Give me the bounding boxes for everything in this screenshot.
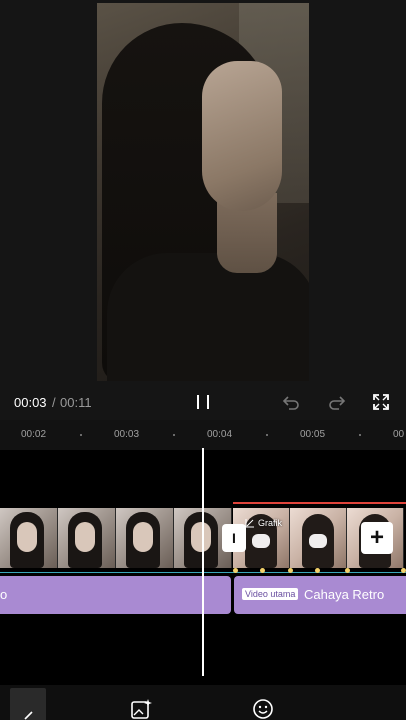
time-separator: / (52, 395, 56, 410)
graph-label-text: Grafik (258, 518, 283, 528)
time-ruler[interactable]: 00:02 00:03 00:04 00:05 00 (0, 420, 406, 450)
ruler-tick: 00:02 (21, 429, 47, 440)
bottom-toolbar (0, 685, 406, 720)
ruler-dot (359, 434, 361, 436)
keyframe-dot[interactable] (233, 568, 238, 573)
keyframe-dot[interactable] (315, 568, 320, 573)
transition-button[interactable]: I (222, 524, 246, 552)
clip-thumbnail (116, 508, 174, 568)
playhead[interactable] (202, 448, 204, 676)
fullscreen-icon[interactable] (372, 393, 390, 411)
add-clip-button[interactable]: + (361, 522, 393, 554)
graph-icon (245, 519, 254, 528)
ruler-dot (266, 434, 268, 436)
ruler-dot (80, 434, 82, 436)
keyframe-row (233, 568, 406, 574)
image-sparkle-icon[interactable] (130, 698, 152, 720)
keyframe-dot[interactable] (345, 568, 350, 573)
ruler-tick: 00:04 (207, 429, 233, 440)
clip-thumbnail (290, 508, 347, 568)
playback-bar: 00:03 / 00:11 (0, 385, 406, 420)
effect-clip-label: o (0, 587, 8, 602)
keyframe-dot[interactable] (260, 568, 265, 573)
ruler-dot (173, 434, 175, 436)
keyframe-dot[interactable] (288, 568, 293, 573)
main-video-badge: Video utama (242, 588, 299, 600)
video-clip-1[interactable] (0, 508, 232, 568)
preview-subject-body (107, 253, 309, 381)
ruler-tick: 00 (393, 429, 405, 440)
video-preview-area (0, 0, 406, 385)
undo-icon[interactable] (282, 393, 300, 411)
clip-thumbnail (0, 508, 58, 568)
keyframe-dot[interactable] (401, 568, 406, 573)
effect-clip-1[interactable]: o (0, 576, 231, 614)
chevron-icon (24, 711, 33, 720)
effect-name: Cahaya Retro (304, 587, 385, 602)
ruler-tick: 00:05 (300, 429, 326, 440)
ruler-tick: 00:03 (114, 429, 140, 440)
effect-clip-2[interactable]: Video utama Cahaya Retro (234, 576, 406, 614)
graph-label[interactable]: Grafik (245, 518, 282, 528)
preview-subject-face (202, 61, 282, 211)
back-button[interactable] (10, 688, 46, 720)
sticker-icon[interactable] (252, 698, 274, 720)
total-time: 00:11 (60, 395, 92, 410)
timeline[interactable]: 00:02 00:03 00:04 00:05 00 Grafik I + o … (0, 420, 406, 685)
video-preview-frame[interactable] (97, 3, 309, 381)
clip-thumbnail (58, 508, 116, 568)
redo-icon[interactable] (328, 393, 346, 411)
pause-icon[interactable] (194, 393, 212, 411)
current-time: 00:03 (14, 395, 47, 410)
selection-line (233, 502, 406, 504)
